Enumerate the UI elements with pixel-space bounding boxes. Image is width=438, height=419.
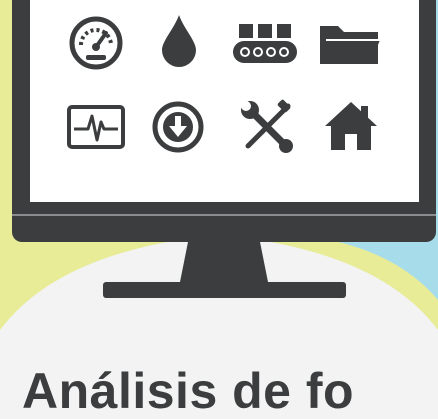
gauge-icon xyxy=(68,15,124,71)
conveyor-icon xyxy=(231,22,299,66)
tools-icon xyxy=(238,98,296,156)
water-drop-icon xyxy=(158,13,200,67)
home-icon xyxy=(323,100,379,152)
download-circle-icon xyxy=(151,100,205,154)
monitor-neck xyxy=(180,242,268,282)
monitor-base xyxy=(103,282,346,298)
heartbeat-monitor-icon xyxy=(66,104,126,150)
caption-text: Análisis de fo xyxy=(22,363,355,419)
folder-icon xyxy=(318,20,382,66)
